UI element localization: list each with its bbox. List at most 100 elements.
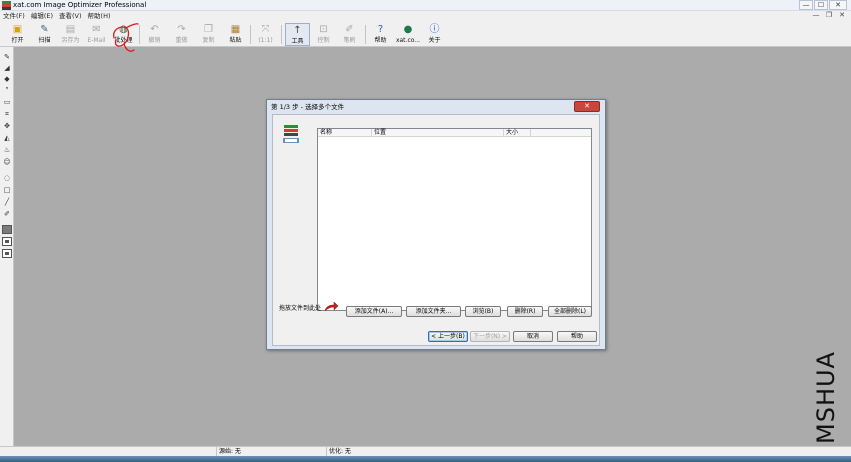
redo-label: 重做 [175,37,188,44]
undo-button[interactable]: ↶ 撤销 [142,23,167,46]
add-file-button[interactable]: 添加文件(A)... [346,306,402,317]
os-taskbar [0,456,851,462]
redo-icon: ↷ [177,24,186,35]
sharpen-tool-icon[interactable]: ◆ [2,75,12,84]
file-list-header: 名称 位置 大小 [318,129,591,137]
file-list[interactable]: 名称 位置 大小 [317,128,592,311]
left-tool-strip: ✎ ◢ ◆ ❜ ▭ ⌗ ✥ ◭ ♨ ☺ ◌ □ ╱ ✐ [0,47,14,446]
brush-tool-icon[interactable]: ✐ [2,210,12,219]
mdi-close-button[interactable]: ✕ [837,11,847,20]
mdi-controls: — ❐ ✕ [811,11,847,22]
paste-icon: ▦ [230,24,241,35]
dialog-help-button[interactable]: 帮助 [557,331,597,342]
email-button[interactable]: ✉ E-Mail [84,23,109,46]
fill-tool-icon[interactable]: ◢ [2,64,12,73]
column-name[interactable]: 名称 [318,129,372,136]
batch-wizard-dialog: 第 1/3 步 - 选择多个文件 ✕ 名称 位置 大小 拖放文件到此处 添加文件… [266,99,606,350]
smudge-tool-icon[interactable]: ❜ [2,86,12,95]
toolbar-separator [250,25,251,44]
status-bar: 源始: 无 优化: 无 [0,446,851,457]
copy-icon: ❐ [204,24,213,35]
window-title: xat.com Image Optimizer Professional [13,1,147,9]
close-button[interactable]: ✕ [829,0,847,10]
window-controls: — ☐ ✕ [799,0,847,11]
stamp-tool-icon[interactable]: ☺ [2,158,12,167]
add-folder-button[interactable]: 添加文件夹... [406,306,461,317]
control-button[interactable]: ⊡ 控制 [311,23,336,46]
help-icon: ? [377,24,384,35]
image-tool-icon[interactable]: ▭ [2,98,12,107]
rectangle-tool-icon[interactable]: □ [2,186,12,195]
next-button[interactable]: 下一步(N) > [470,331,510,342]
batch-label: 批处理 [114,37,133,44]
save-as-icon: ▤ [65,24,76,35]
pencil-tool-icon[interactable]: ✎ [2,53,12,62]
dialog-body: 名称 位置 大小 拖放文件到此处 添加文件(A)... 添加文件夹... 浏览(… [272,114,600,346]
mdi-restore-button[interactable]: ❐ [824,11,834,20]
undo-label: 撤销 [148,37,161,44]
lasso-tool-icon[interactable]: ◌ [2,174,12,183]
save-as-button[interactable]: ▤ 另存为 [58,23,83,46]
tools-label: 工具 [291,38,304,45]
tools-button[interactable]: ↑ 工具 [285,23,310,46]
crop-tool-icon[interactable]: ⌗ [2,110,12,119]
color-swatch-icon[interactable] [2,225,12,234]
wizard-stack-icon [283,125,299,143]
scan-label: 扫描 [38,37,51,44]
dialog-close-button[interactable]: ✕ [574,101,600,112]
foreground-background-icon[interactable] [2,237,12,246]
browse-button[interactable]: 浏览(B) [465,306,501,317]
email-icon: ✉ [92,24,101,35]
app-logo-icon [2,1,11,10]
paste-button[interactable]: ▦ 粘贴 [223,23,248,46]
maximize-button[interactable]: ☐ [814,0,828,10]
toolbar-separator [281,25,282,44]
toolbar: ▣ 打开 ✎ 扫描 ▤ 另存为 ✉ E-Mail ◍ 批处理 ↶ 撤销 ↷ 重做… [0,22,851,47]
curved-arrow-icon [324,301,339,312]
redo-button[interactable]: ↷ 重做 [169,23,194,46]
menu-edit[interactable]: 编辑(E) [28,11,56,22]
cancel-button[interactable]: 取消 [513,331,553,342]
menu-bar: 文件(F) 编辑(E) 查看(V) 帮助(H) [0,11,851,22]
minimize-button[interactable]: — [799,0,813,10]
column-location[interactable]: 位置 [372,129,504,136]
tools-icon: ↑ [293,25,302,36]
open-button[interactable]: ▣ 打开 [5,23,30,46]
menu-help[interactable]: 帮助(H) [85,11,114,22]
dropper-tool-icon[interactable]: ♨ [2,146,12,155]
batch-icon: ◍ [119,24,128,35]
copy-button[interactable]: ❐ 复制 [196,23,221,46]
website-button[interactable]: ● xat.co... [394,23,422,46]
line-tool-icon[interactable]: ╱ [2,198,12,207]
website-label: xat.co... [395,37,421,44]
mdi-minimize-button[interactable]: — [811,11,821,20]
zoom-actual-button[interactable]: ⤧ (1:1) [253,23,278,46]
column-size[interactable]: 大小 [504,129,531,136]
move-tool-icon[interactable]: ✥ [2,122,12,131]
open-folder-icon: ▣ [12,24,23,35]
drop-hint-label: 拖放文件到此处 [279,305,322,312]
menu-view[interactable]: 查看(V) [56,11,85,22]
toolbar-separator [139,25,140,44]
title-bar: xat.com Image Optimizer Professional — ☐… [0,0,851,11]
globe-icon: ● [403,24,413,35]
remove-button[interactable]: 删除(R) [507,306,543,317]
brush-label: 笔刷 [343,37,356,44]
brush-button[interactable]: ✐ 笔刷 [337,23,362,46]
watermark-text: MSHUA [812,351,840,444]
dialog-title: 第 1/3 步 - 选择多个文件 [271,103,345,111]
copy-label: 复制 [202,37,215,44]
scan-button[interactable]: ✎ 扫描 [32,23,57,46]
about-label: 关于 [428,37,441,44]
batch-button[interactable]: ◍ 批处理 [111,23,136,46]
about-button[interactable]: ⓘ 关于 [422,23,447,46]
gradient-tool-icon[interactable]: ◭ [2,134,12,143]
zoom-actual-icon: ⤧ [261,24,270,35]
help-button[interactable]: ? 帮助 [368,23,393,46]
menu-file[interactable]: 文件(F) [0,11,28,22]
back-button[interactable]: < 上一步(B) [428,331,468,342]
swap-colors-icon[interactable] [2,249,12,258]
paste-label: 粘贴 [229,37,242,44]
scan-icon: ✎ [40,24,49,35]
remove-all-button[interactable]: 全部删除(L) [548,306,592,317]
